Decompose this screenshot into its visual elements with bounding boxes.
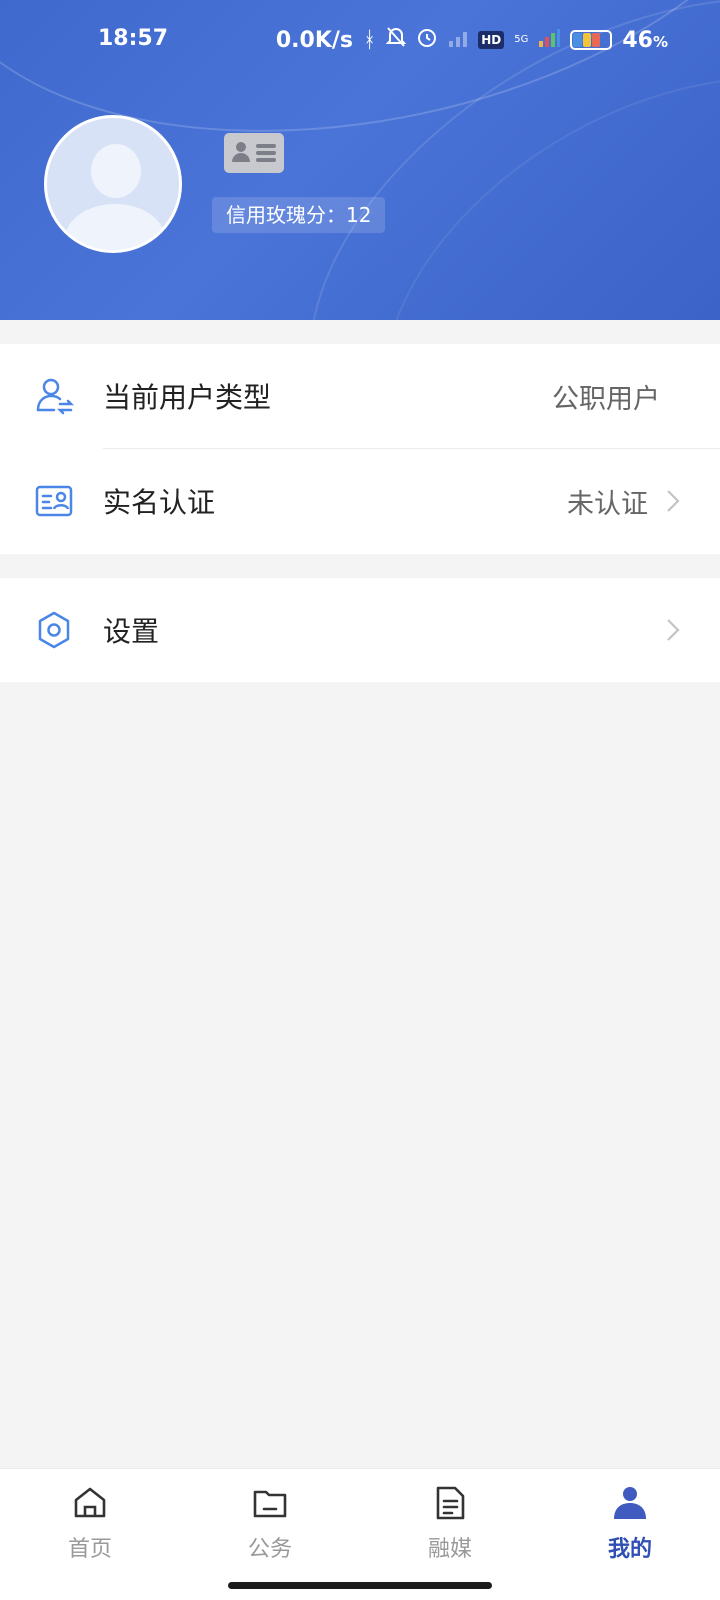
signal-5g-label: 5G — [514, 34, 529, 45]
settings-card: 设置 — [0, 578, 720, 682]
realname-status: 未认证 — [567, 488, 648, 520]
user-type-row[interactable]: 当前用户类型 公职用户 — [0, 344, 720, 448]
nav-mine[interactable]: 我的 — [570, 1483, 690, 1563]
home-icon — [74, 1487, 106, 1518]
account-card: 当前用户类型 公职用户 实名认证 未认证 — [0, 344, 720, 554]
user-switch-icon — [36, 378, 74, 415]
person-icon — [614, 1487, 646, 1519]
nav-home-label: 首页 — [67, 1537, 112, 1562]
cell-signal-icon — [538, 28, 561, 53]
chevron-right-icon — [667, 619, 680, 641]
avatar[interactable] — [44, 115, 182, 253]
alarm-icon — [416, 26, 438, 54]
battery-icon — [570, 30, 613, 50]
wifi-signal-icon — [448, 28, 468, 53]
gear-icon — [38, 611, 70, 649]
network-speed: 0.0K/s — [275, 27, 353, 53]
nav-official-label: 公务 — [247, 1537, 292, 1562]
credit-score-badge[interactable]: 信用玫瑰分：12 — [212, 197, 386, 233]
settings-row[interactable]: 设置 — [0, 578, 720, 682]
id-card-icon[interactable] — [224, 133, 284, 173]
realname-row[interactable]: 实名认证 未认证 — [0, 449, 720, 553]
id-verify-icon — [35, 485, 73, 517]
settings-label: 设置 — [103, 615, 160, 648]
chevron-right-icon — [667, 490, 680, 512]
profile-header: 18:57 0.0K/s ᚼ HD 5G 46% 信用玫瑰分：12 — [0, 0, 720, 320]
status-bar: 18:57 0.0K/s ᚼ HD 5G 46% — [0, 22, 720, 58]
folder-icon — [253, 1490, 287, 1518]
mute-bell-icon — [385, 26, 407, 54]
bottom-nav: 首页 公务 融媒 我的 — [0, 1468, 720, 1600]
nav-media[interactable]: 融媒 — [390, 1483, 510, 1563]
realname-label: 实名认证 — [103, 486, 216, 519]
hd-badge: HD — [478, 31, 505, 49]
nav-official[interactable]: 公务 — [210, 1483, 330, 1563]
battery-percent: 46% — [622, 27, 668, 53]
user-type-value: 公职用户 — [552, 383, 660, 415]
user-type-label: 当前用户类型 — [103, 381, 272, 414]
nav-media-label: 融媒 — [427, 1537, 472, 1562]
home-indicator[interactable] — [228, 1582, 492, 1589]
document-icon — [436, 1486, 465, 1520]
status-time: 18:57 — [98, 26, 169, 51]
bluetooth-icon: ᚼ — [363, 27, 377, 53]
nav-mine-label: 我的 — [607, 1537, 652, 1562]
nav-home[interactable]: 首页 — [30, 1483, 150, 1563]
